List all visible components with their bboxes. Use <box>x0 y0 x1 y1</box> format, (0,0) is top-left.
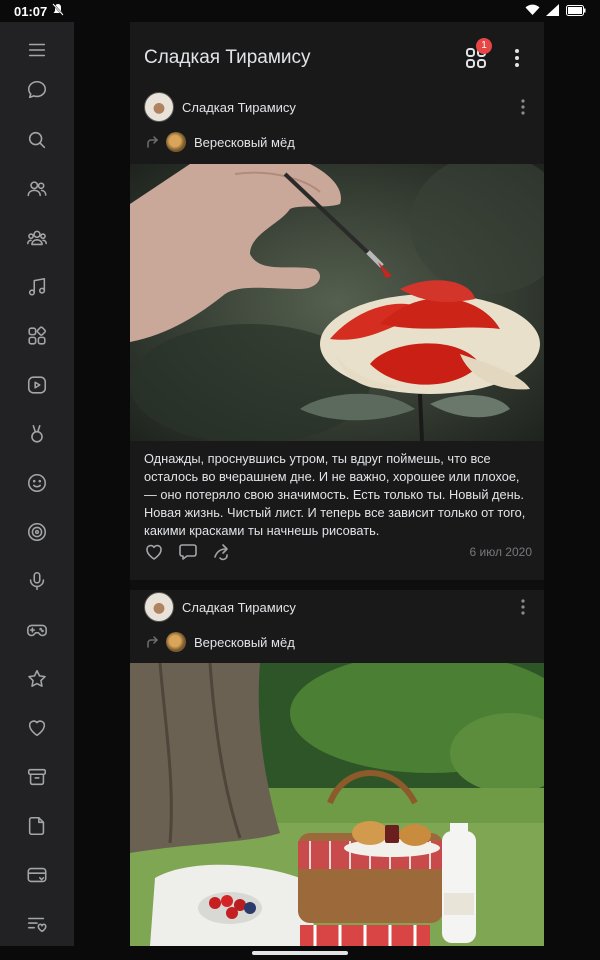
lists-icon[interactable] <box>25 912 49 936</box>
post-text: Однажды, проснувшись утром, ты вдруг пой… <box>144 451 526 538</box>
feed: Сладкая Тирамису 1 Сладкая Тирамису Вере… <box>130 22 544 946</box>
documents-icon[interactable] <box>25 814 49 838</box>
games-icon[interactable] <box>25 618 49 642</box>
clips-icon[interactable] <box>25 422 49 446</box>
left-gutter <box>74 22 130 946</box>
menu-icon[interactable] <box>25 38 49 62</box>
home-indicator[interactable] <box>252 951 348 955</box>
likes-icon[interactable] <box>25 716 49 740</box>
system-nav-bar <box>0 946 600 960</box>
post-author[interactable]: Сладкая Тирамису <box>144 92 296 122</box>
post-author[interactable]: Сладкая Тирамису <box>144 592 296 622</box>
post-actions: 6 июл 2020 <box>144 542 532 564</box>
sidebar <box>0 22 74 946</box>
like-button[interactable] <box>144 542 164 562</box>
post-menu-icon[interactable] <box>518 97 528 117</box>
repost-name[interactable]: Вересковый мёд <box>194 135 295 150</box>
video-icon[interactable] <box>25 373 49 397</box>
target-icon[interactable] <box>25 520 49 544</box>
repost-arrow-icon <box>147 136 159 148</box>
author-name[interactable]: Сладкая Тирамису <box>182 100 296 115</box>
page-header: Сладкая Тирамису 1 <box>130 22 544 92</box>
wifi-icon <box>525 4 540 16</box>
repost-arrow-icon <box>147 636 159 648</box>
messages-icon[interactable] <box>25 78 49 102</box>
comment-icon <box>179 544 197 560</box>
share-icon <box>214 544 228 561</box>
music-icon[interactable] <box>25 275 49 299</box>
heart-icon <box>146 544 162 560</box>
status-indicators <box>525 4 586 16</box>
signal-icon <box>546 4 559 16</box>
friends-icon[interactable] <box>25 177 49 201</box>
status-bar: 01:07 <box>0 0 600 22</box>
post-photo-picnic[interactable] <box>130 663 544 946</box>
avatar[interactable] <box>144 92 174 122</box>
page-title: Сладкая Тирамису <box>144 47 311 68</box>
post-date: 6 июл 2020 <box>469 545 532 559</box>
podcasts-icon[interactable] <box>25 569 49 593</box>
mute-icon <box>52 3 64 20</box>
communities-icon[interactable] <box>25 226 49 250</box>
services-icon[interactable] <box>25 324 49 348</box>
stickers-icon[interactable] <box>25 471 49 495</box>
avatar[interactable] <box>144 592 174 622</box>
repost-name[interactable]: Вересковый мёд <box>194 635 295 650</box>
author-name[interactable]: Сладкая Тирамису <box>182 600 296 615</box>
repost-avatar[interactable] <box>166 132 186 152</box>
repost-source[interactable]: Вересковый мёд <box>144 630 295 654</box>
status-time: 01:07 <box>14 4 48 19</box>
archive-icon[interactable] <box>25 765 49 789</box>
post-menu-icon[interactable] <box>518 597 528 617</box>
battery-icon <box>566 4 586 16</box>
post-photo-rose[interactable] <box>130 164 544 441</box>
favorites-icon[interactable] <box>25 667 49 691</box>
right-gutter <box>544 22 600 946</box>
notification-badge: 1 <box>476 38 492 54</box>
repost-avatar[interactable] <box>166 632 186 652</box>
comment-button[interactable] <box>178 542 198 562</box>
post-separator <box>130 580 544 590</box>
search-icon[interactable] <box>25 128 49 152</box>
share-button[interactable] <box>212 542 232 562</box>
more-icon[interactable] <box>510 46 524 70</box>
payments-icon[interactable] <box>25 863 49 887</box>
repost-source[interactable]: Вересковый мёд <box>144 130 295 154</box>
